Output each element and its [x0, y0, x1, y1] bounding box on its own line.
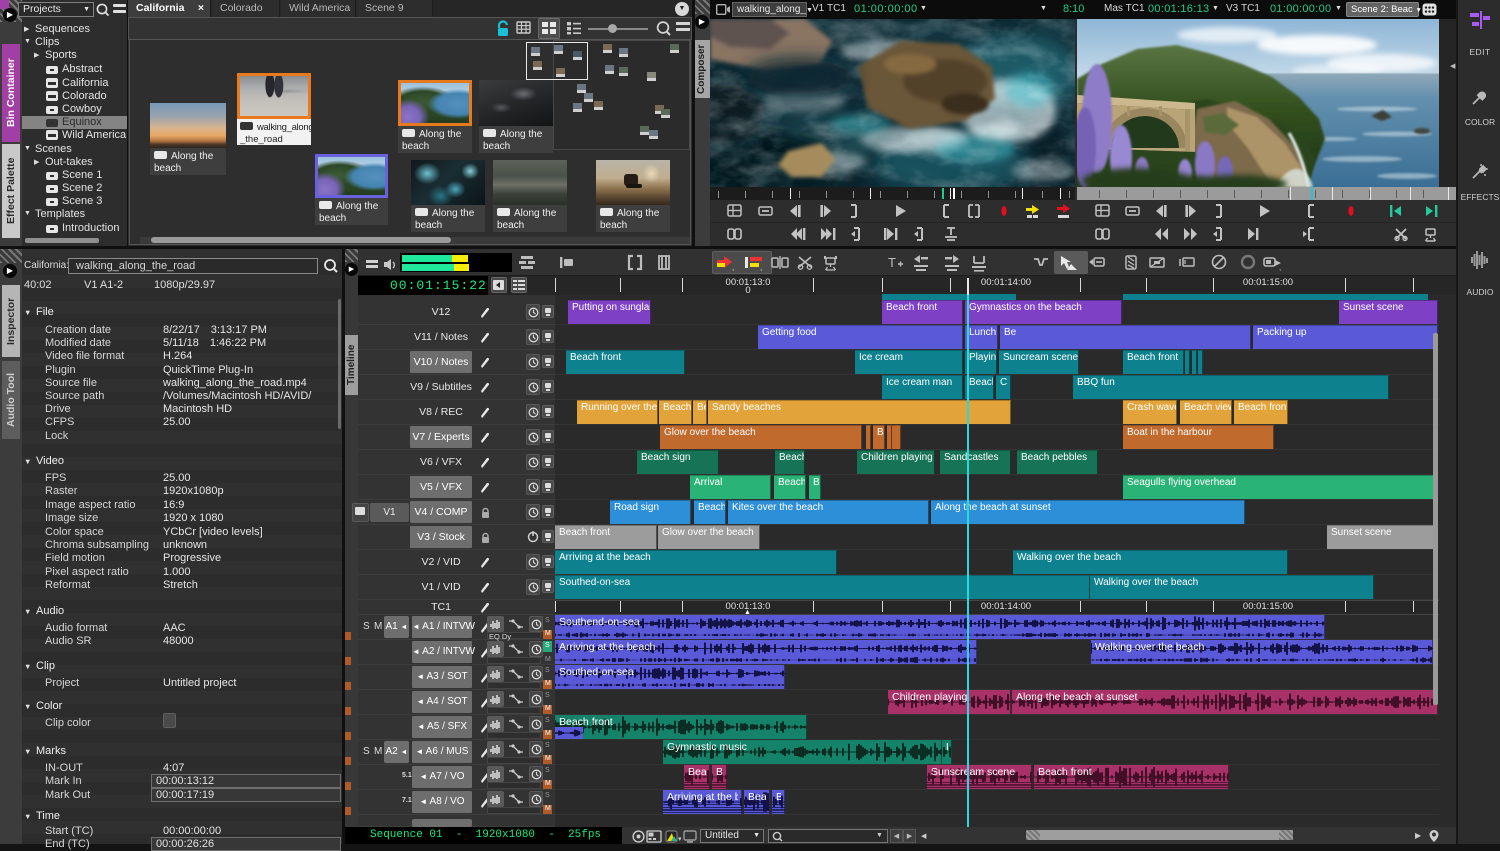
svg-text:T: T — [888, 255, 896, 270]
svg-text:,: , — [732, 263, 734, 272]
svg-text:▾: ▾ — [678, 836, 682, 843]
svg-text:,: , — [760, 263, 762, 272]
svg-text:,: , — [1279, 263, 1281, 272]
